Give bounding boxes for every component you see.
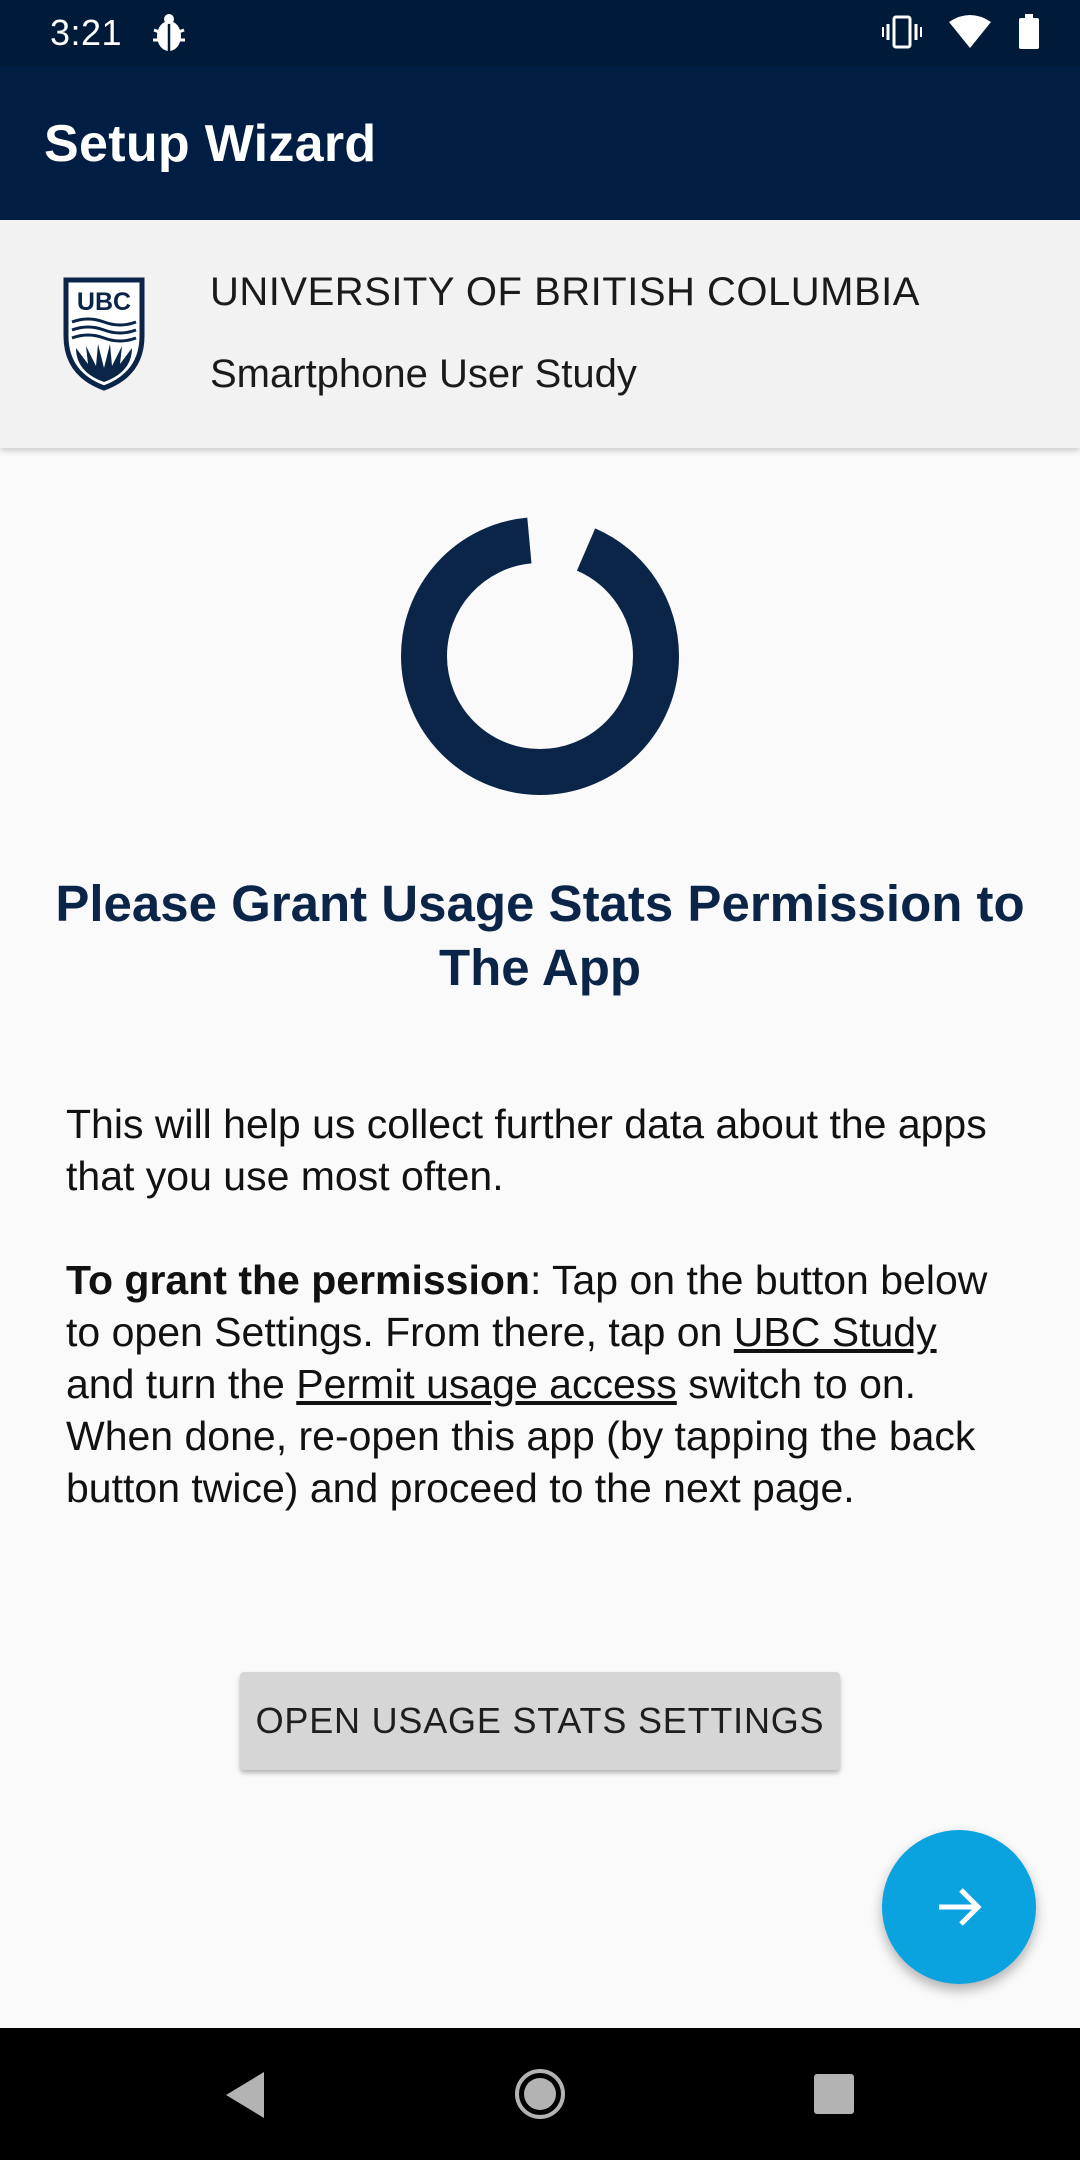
university-name: UNIVERSITY OF BRITISH COLUMBIA: [210, 270, 920, 314]
home-icon[interactable]: [514, 2068, 566, 2120]
app-title: Setup Wizard: [44, 115, 377, 173]
permit-usage-access-link: Permit usage access: [296, 1361, 677, 1407]
navigation-bar: [0, 2028, 1080, 2160]
instructions-bold: To grant the permission: [66, 1257, 530, 1303]
study-header: UBC UNIVERSITY OF BRITISH COLUMBIA Smart…: [0, 220, 1080, 448]
ubc-logo: UBC: [63, 277, 145, 391]
arrow-right-icon: [939, 1888, 982, 1926]
instructions-part2: and turn the: [66, 1361, 297, 1407]
wifi-icon: [949, 15, 991, 48]
study-name: Smartphone User Study: [210, 352, 637, 396]
progress-ring: [401, 517, 679, 795]
instructions-text: To grant the permission: Tap on the butt…: [66, 1254, 1016, 1514]
status-bar: 3:21: [0, 0, 1080, 66]
recents-icon[interactable]: [812, 2072, 856, 2116]
back-icon[interactable]: [220, 2068, 270, 2122]
vibrate-icon: [882, 15, 922, 49]
bug-icon: [153, 14, 185, 51]
ubc-study-link: UBC Study: [733, 1309, 937, 1355]
app-bar: Setup Wizard: [0, 66, 1080, 220]
svg-text:UBC: UBC: [77, 288, 131, 316]
next-page-button[interactable]: [882, 1830, 1036, 1984]
description-text: This will help us collect further data a…: [66, 1101, 987, 1199]
battery-icon: [1019, 14, 1039, 49]
open-usage-stats-settings-button[interactable]: OPEN USAGE STATS SETTINGS: [240, 1672, 840, 1770]
permission-heading: Please Grant Usage Stats Permission to T…: [55, 875, 1025, 996]
status-time: 3:21: [50, 12, 123, 53]
